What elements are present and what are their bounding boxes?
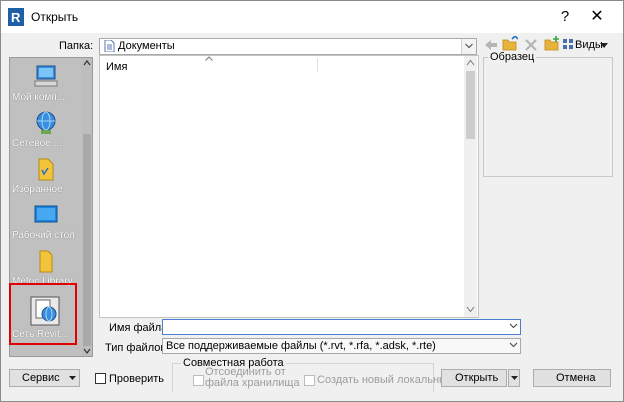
network-icon bbox=[36, 111, 56, 134]
folder-dropdown[interactable]: Документы bbox=[99, 38, 477, 55]
filetype-dropdown[interactable]: Все поддерживаемые файлы (*.rvt, *.rfa, … bbox=[162, 338, 521, 354]
views-dropdown-icon[interactable] bbox=[600, 43, 608, 48]
cancel-label: Отмена bbox=[556, 372, 596, 384]
create-local-label: Создать новый локальный bbox=[317, 374, 454, 386]
place-label: Сетевое ... bbox=[12, 138, 62, 149]
favorites-folder-icon bbox=[38, 158, 54, 181]
folder-label: Папка: bbox=[59, 40, 94, 52]
place-my-computer[interactable]: Мой комп... bbox=[10, 62, 82, 108]
back-arrow-icon[interactable] bbox=[484, 39, 498, 51]
scroll-down-icon[interactable] bbox=[82, 346, 92, 356]
place-label: Рабочий стол bbox=[12, 230, 75, 241]
filetype-value: Все поддерживаемые файлы (*.rvt, *.rfa, … bbox=[166, 340, 436, 352]
scroll-up-icon[interactable] bbox=[82, 58, 92, 68]
detach-checkbox[interactable] bbox=[193, 375, 204, 386]
new-folder-icon[interactable] bbox=[544, 36, 560, 52]
revit-app-icon: R bbox=[8, 8, 24, 26]
preview-box bbox=[483, 57, 613, 177]
svg-text:R: R bbox=[11, 10, 21, 25]
sort-ascending-icon bbox=[205, 56, 213, 61]
views-menu-label[interactable]: Виды bbox=[575, 39, 603, 51]
library-folder-icon bbox=[39, 250, 53, 273]
audit-checkbox[interactable] bbox=[95, 373, 106, 384]
open-options-button[interactable] bbox=[508, 369, 520, 387]
column-header-name[interactable]: Имя bbox=[106, 61, 127, 73]
dropdown-arrow-icon bbox=[511, 376, 518, 380]
file-list[interactable]: Имя bbox=[99, 55, 479, 318]
chevron-down-icon[interactable] bbox=[509, 342, 518, 348]
selected-place-highlight bbox=[9, 283, 77, 345]
place-favorites[interactable]: Избранное bbox=[10, 154, 82, 200]
detach-label-line2: файла хранилища bbox=[205, 377, 300, 389]
places-scroll-thumb[interactable] bbox=[83, 134, 91, 346]
chevron-down-icon[interactable] bbox=[509, 323, 518, 329]
folder-value: Документы bbox=[118, 40, 175, 52]
chevron-down-icon bbox=[465, 43, 473, 49]
column-separator[interactable] bbox=[317, 58, 318, 72]
places-scrollbar[interactable] bbox=[82, 58, 92, 356]
scroll-down-icon[interactable] bbox=[466, 306, 475, 313]
up-folder-icon[interactable] bbox=[502, 36, 518, 52]
filetype-label: Тип файлов: bbox=[105, 342, 170, 354]
dialog-title: Открыть bbox=[31, 10, 79, 24]
place-label: Мой комп... bbox=[12, 92, 66, 103]
service-button[interactable]: Сервис bbox=[9, 369, 80, 387]
service-label: Сервис bbox=[22, 372, 60, 384]
delete-icon[interactable] bbox=[525, 39, 537, 51]
place-network[interactable]: Сетевое ... bbox=[10, 108, 82, 154]
open-button[interactable]: Открыть bbox=[441, 369, 507, 387]
cancel-button[interactable]: Отмена bbox=[533, 369, 611, 387]
detach-label: Отсоединить от файла хранилища bbox=[205, 367, 300, 389]
dropdown-arrow-icon bbox=[69, 376, 76, 380]
open-label: Открыть bbox=[455, 372, 499, 384]
title-bar: R Открыть ? ✕ bbox=[1, 1, 623, 33]
place-desktop[interactable]: Рабочий стол bbox=[10, 200, 82, 246]
audit-label: Проверить bbox=[109, 373, 165, 385]
create-local-checkbox[interactable] bbox=[304, 375, 315, 386]
open-dialog: R Открыть ? ✕ Папка: Документы Виды Мой … bbox=[0, 0, 624, 402]
help-button[interactable]: ? bbox=[553, 5, 577, 29]
file-list-scrollbar[interactable] bbox=[464, 56, 477, 317]
place-label: Избранное bbox=[12, 184, 63, 195]
scroll-up-icon[interactable] bbox=[466, 59, 475, 66]
desktop-icon bbox=[34, 205, 58, 223]
filename-input[interactable] bbox=[162, 319, 521, 335]
documents-icon bbox=[104, 40, 115, 52]
views-icon[interactable] bbox=[563, 39, 573, 49]
close-button[interactable]: ✕ bbox=[585, 5, 609, 29]
computer-icon bbox=[34, 65, 58, 87]
preview-label: Образец bbox=[488, 51, 537, 63]
file-list-scroll-thumb[interactable] bbox=[466, 71, 475, 139]
folder-dropdown-arrow[interactable] bbox=[461, 39, 476, 54]
